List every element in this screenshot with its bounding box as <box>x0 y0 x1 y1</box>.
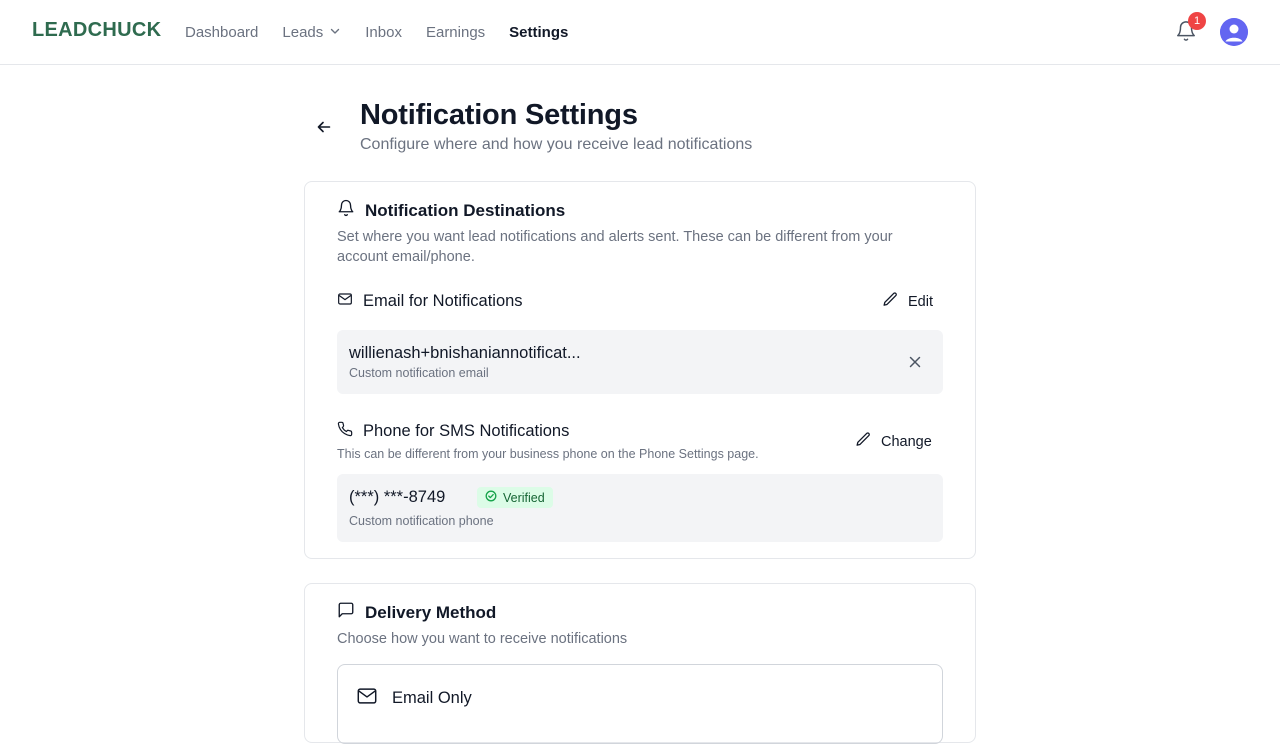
page-title: Notification Settings <box>360 99 638 131</box>
section-header: Delivery Method <box>337 601 496 624</box>
phone-caption: Custom notification phone <box>349 514 494 528</box>
nav-item-label: Earnings <box>425 23 486 41</box>
user-avatar[interactable] <box>1220 18 1248 46</box>
nav-item-label: Settings <box>509 23 569 41</box>
nav-item-label: Leads <box>282 23 324 41</box>
notification-phone-value: (***) ***-8749 <box>349 488 446 506</box>
bell-icon <box>337 199 355 222</box>
remove-email-close-icon[interactable] <box>907 354 923 370</box>
chevron-down-icon <box>329 24 341 41</box>
phone-section-title: Phone for SMS Notifications <box>363 422 570 440</box>
nav-item-settings[interactable]: Settings <box>509 23 568 41</box>
edit-email-button[interactable]: Edit <box>882 291 933 312</box>
section-description: Choose how you want to receive notificat… <box>337 631 628 647</box>
mail-icon <box>337 291 353 312</box>
option-content: Email Only <box>356 685 472 712</box>
mail-icon <box>356 685 378 712</box>
chat-bubble-icon <box>337 601 355 624</box>
email-value-box: willienash+bnishaniannotificat... Custom… <box>337 330 943 394</box>
notification-destinations-card: Notification Destinations Set where you … <box>304 181 976 559</box>
section-description: Set where you want lead notifications an… <box>337 229 893 265</box>
delivery-option-email-only[interactable]: Email Only <box>337 664 943 744</box>
page-subtitle: Configure where and how you receive lead… <box>360 136 753 153</box>
nav-item-leads[interactable]: Leads <box>282 23 341 41</box>
notification-count-badge: 1 <box>1188 12 1206 30</box>
section-header: Notification Destinations <box>337 199 565 222</box>
email-section-header: Email for Notifications <box>337 291 523 312</box>
back-arrow-icon[interactable] <box>314 117 334 137</box>
nav-item-inbox[interactable]: Inbox <box>365 23 402 41</box>
delivery-method-card: Delivery Method Choose how you want to r… <box>304 583 976 744</box>
verified-status-badge: Verified <box>477 487 553 508</box>
app-logo[interactable]: LEADCHUCK <box>32 19 161 42</box>
phone-section-description: This can be different from your business… <box>337 447 759 461</box>
main-nav: Dashboard Leads Inbox Earnings Settings <box>185 23 568 41</box>
notification-email-value: willienash+bnishaniannotificat... <box>349 344 581 362</box>
section-title: Delivery Method <box>365 602 497 622</box>
phone-value-box: (***) ***-8749 Verified Custom notificat… <box>337 474 943 542</box>
change-label: Change <box>881 433 932 450</box>
section-title: Notification Destinations <box>365 200 566 220</box>
edit-label: Edit <box>908 293 933 310</box>
email-caption: Custom notification email <box>349 366 489 380</box>
verified-label: Verified <box>503 490 545 505</box>
pencil-icon <box>882 291 899 312</box>
change-phone-button[interactable]: Change <box>855 431 932 452</box>
check-circle-icon <box>485 490 497 505</box>
option-label: Email Only <box>392 689 472 707</box>
nav-item-dashboard[interactable]: Dashboard <box>185 23 258 41</box>
top-navigation-bar: LEADCHUCK Dashboard Leads Inbox Earnings… <box>0 0 1280 65</box>
email-section-title: Email for Notifications <box>363 292 523 310</box>
nav-item-label: Inbox <box>365 23 402 41</box>
phone-section-header: Phone for SMS Notifications <box>337 421 569 442</box>
phone-icon <box>337 421 353 442</box>
nav-item-label: Dashboard <box>185 23 259 41</box>
pencil-icon <box>855 431 872 452</box>
nav-item-earnings[interactable]: Earnings <box>426 23 485 41</box>
